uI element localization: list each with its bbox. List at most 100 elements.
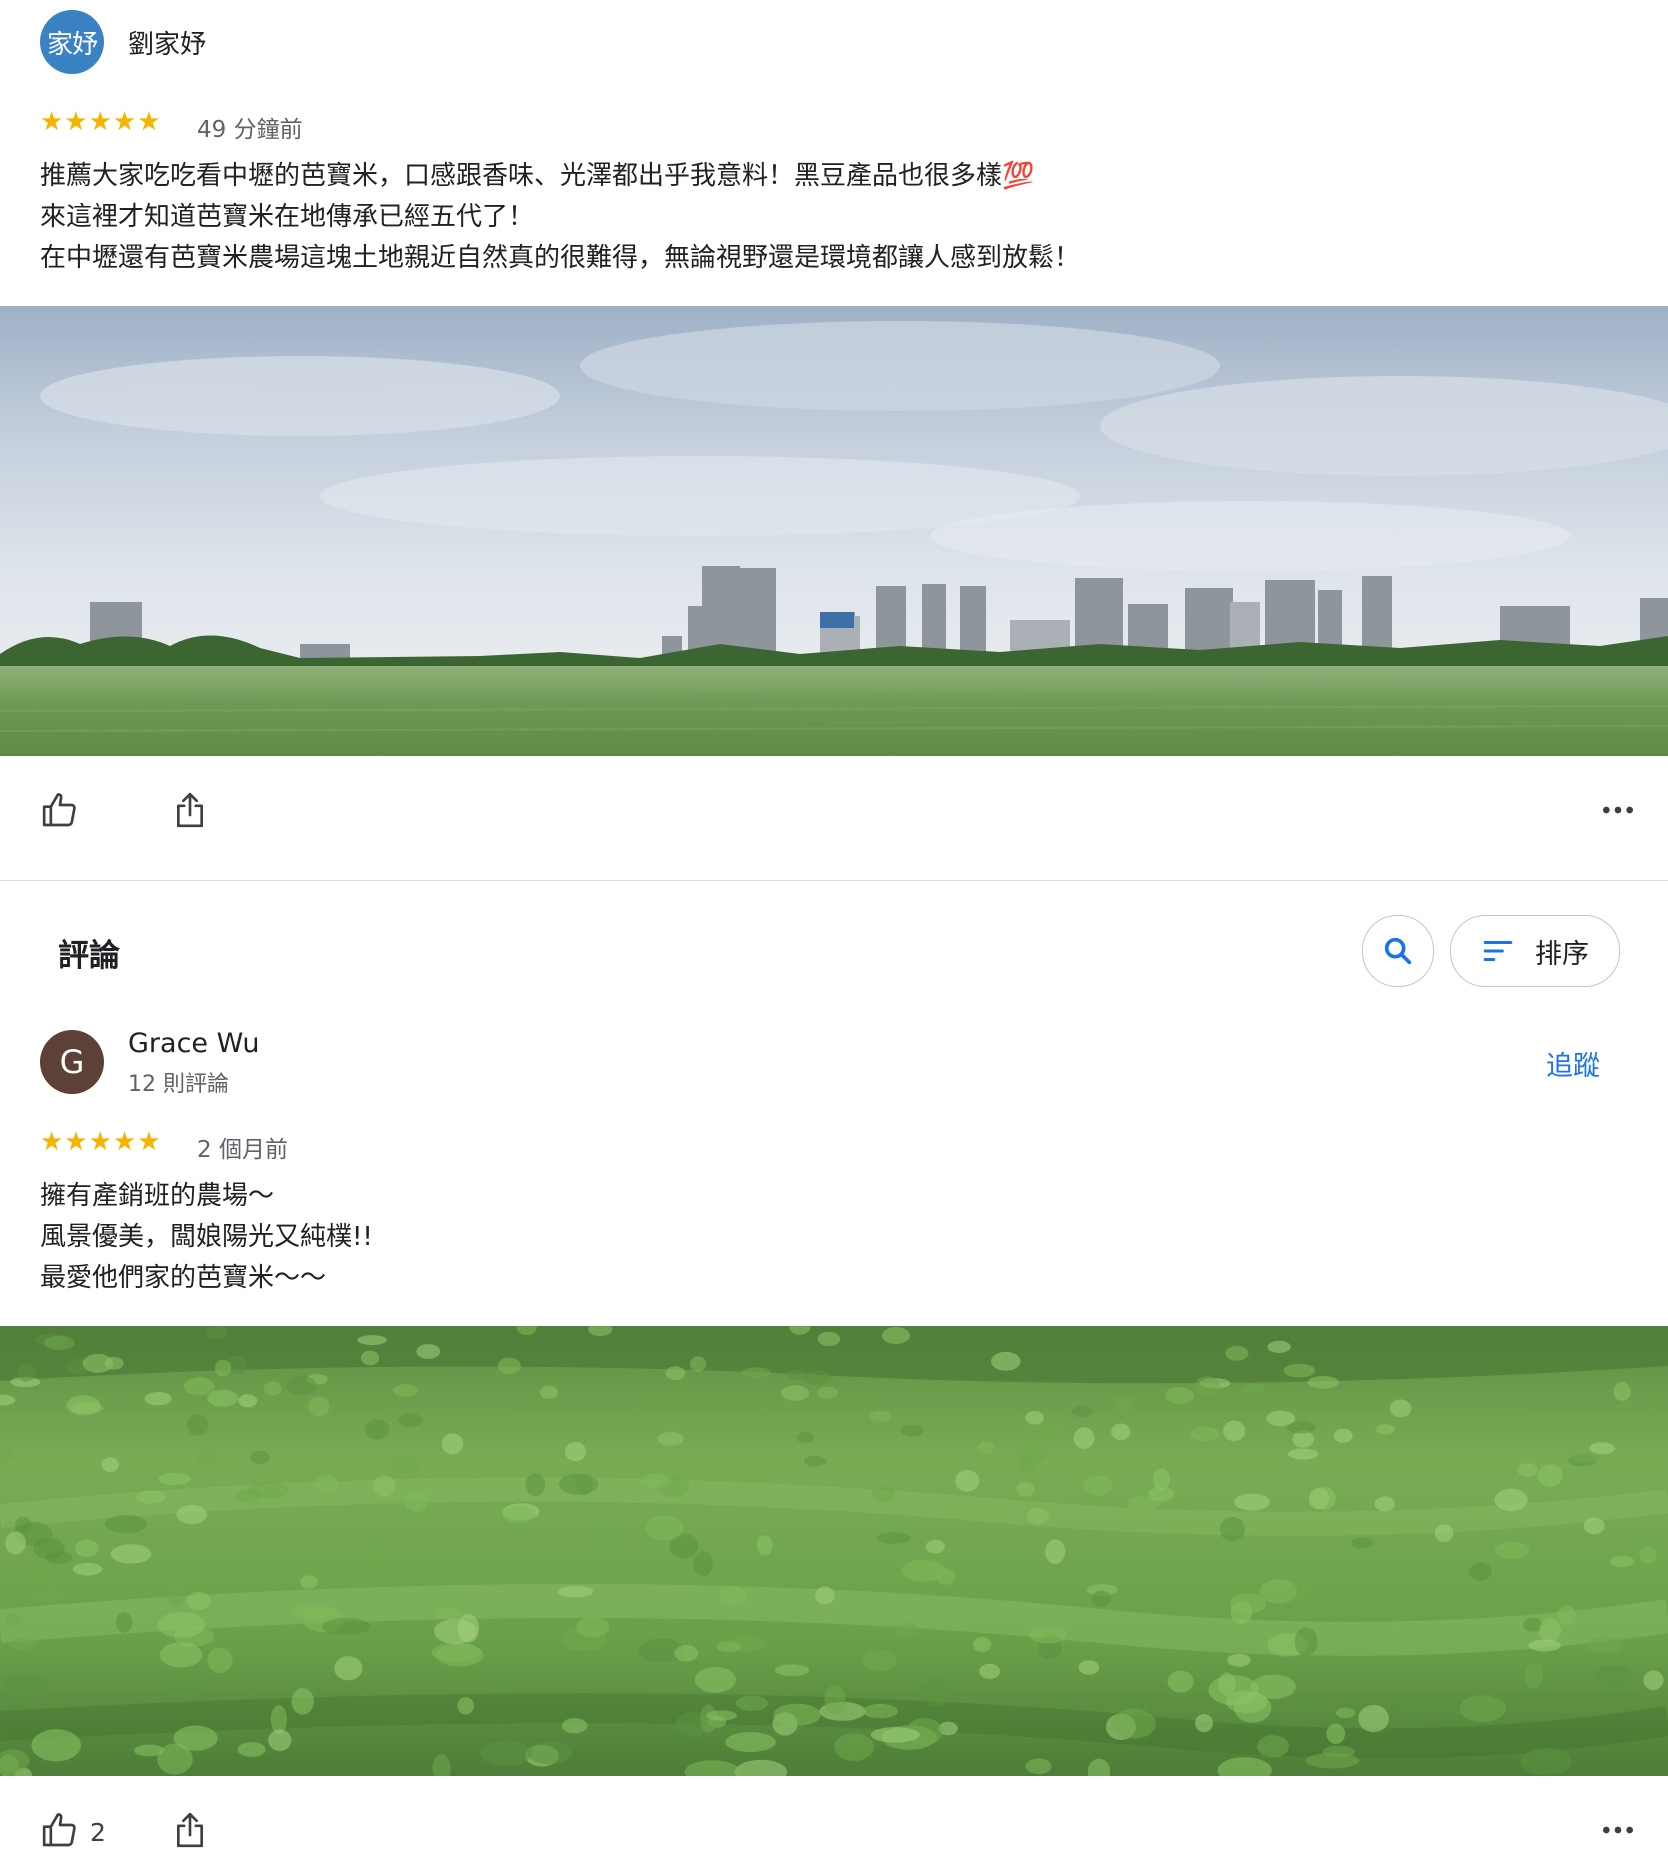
- leaf: [1468, 1562, 1492, 1581]
- more-horizontal-icon: [1603, 1826, 1633, 1834]
- leaf: [1539, 1618, 1562, 1643]
- leaf: [1528, 1639, 1561, 1652]
- leaf: [1389, 1399, 1412, 1418]
- search-reviews-button[interactable]: [1362, 915, 1434, 987]
- leaf: [398, 1413, 423, 1427]
- leaf: [1167, 1670, 1194, 1693]
- leaf: [527, 1741, 572, 1765]
- leaf: [1019, 1448, 1048, 1465]
- leaf: [250, 1450, 270, 1465]
- leaf: [1494, 1488, 1528, 1511]
- leaf: [690, 1356, 707, 1372]
- search-icon: [1384, 937, 1412, 965]
- leaf: [1313, 1487, 1336, 1510]
- leaf: [1434, 1524, 1454, 1542]
- leaf: [923, 1679, 950, 1707]
- like-button[interactable]: [36, 786, 84, 834]
- avatar[interactable]: 家妤: [40, 10, 104, 74]
- leaf: [433, 1607, 461, 1620]
- review-time: 2 個月前: [197, 1137, 288, 1163]
- star-rating: ★★★★★: [40, 1127, 162, 1157]
- leaf: [1294, 1627, 1318, 1657]
- leaf: [364, 1419, 390, 1440]
- leaf: [315, 1475, 339, 1493]
- leaf: [991, 1351, 1021, 1371]
- leaf: [1283, 1363, 1316, 1378]
- leaf: [363, 1548, 383, 1573]
- leaf: [10, 1638, 35, 1651]
- more-options-button[interactable]: [1594, 786, 1642, 834]
- leaf: [957, 1553, 978, 1570]
- leaf: [167, 1583, 186, 1608]
- leaf: [977, 1441, 994, 1455]
- leaf: [105, 1514, 147, 1534]
- leaf: [357, 1335, 388, 1346]
- leaf: [1494, 1541, 1530, 1560]
- leaf: [392, 1384, 418, 1397]
- leaf: [1227, 1653, 1251, 1667]
- leaf: [322, 1618, 371, 1635]
- like-button[interactable]: [36, 1806, 84, 1854]
- leaf: [674, 1644, 699, 1662]
- leaf: [1082, 1475, 1113, 1496]
- leaf: [1194, 1376, 1221, 1397]
- leaf: [870, 1727, 920, 1743]
- leaf: [186, 1591, 211, 1611]
- leaf: [457, 1697, 475, 1715]
- leaf: [17, 1364, 36, 1382]
- leaf: [110, 1544, 152, 1564]
- leaf: [308, 1396, 330, 1417]
- leaf: [955, 1470, 980, 1492]
- leaf: [1028, 1626, 1068, 1644]
- leaf: [82, 1353, 114, 1373]
- leaf: [1113, 1395, 1136, 1415]
- leaf: [416, 1344, 441, 1359]
- leaf: [1225, 1345, 1249, 1361]
- leaf: [300, 1575, 318, 1589]
- thumbs-up-icon: [42, 793, 76, 827]
- leaf: [238, 1394, 258, 1408]
- sort-label: 排序: [1535, 938, 1589, 970]
- author-name[interactable]: 劉家妤: [128, 24, 206, 61]
- leaf: [1148, 1486, 1175, 1502]
- leaf: [1375, 1424, 1396, 1435]
- leaf: [390, 1456, 419, 1474]
- leaf: [665, 1366, 686, 1381]
- follow-button[interactable]: 追蹤: [1546, 1044, 1600, 1083]
- leaf: [525, 1473, 546, 1496]
- leaf: [502, 1505, 536, 1524]
- leaf: [372, 1475, 396, 1497]
- review-photo-skyline[interactable]: [0, 306, 1668, 756]
- leaf: [101, 1457, 119, 1473]
- leaf: [43, 1335, 75, 1351]
- leaf: [157, 1743, 193, 1775]
- author-name[interactable]: Grace Wu: [128, 1028, 259, 1059]
- leaf: [1524, 1662, 1544, 1689]
- leaf: [207, 1389, 239, 1407]
- leaf: [1583, 1517, 1605, 1535]
- leaf: [159, 1642, 203, 1668]
- sort-lines-icon: [1483, 940, 1513, 962]
- leaf: [774, 1664, 810, 1676]
- share-button[interactable]: [166, 1806, 214, 1854]
- more-options-button[interactable]: [1594, 1806, 1642, 1854]
- leaf: [290, 1604, 338, 1619]
- leaf: [1026, 1507, 1050, 1525]
- leaf: [881, 1327, 911, 1344]
- sort-button[interactable]: 排序: [1450, 915, 1620, 987]
- share-button[interactable]: [166, 786, 214, 834]
- section-divider: [0, 880, 1668, 881]
- leaf: [286, 1375, 317, 1396]
- leaf: [4, 1613, 22, 1628]
- leaf: [1589, 1442, 1615, 1455]
- leaf: [144, 1392, 172, 1406]
- review-photo-soybean-field[interactable]: [0, 1326, 1668, 1776]
- leaf: [1045, 1539, 1066, 1564]
- leaf: [725, 1732, 776, 1752]
- leaf: [27, 1567, 53, 1584]
- leaf: [1111, 1423, 1131, 1441]
- avatar[interactable]: G: [40, 1030, 104, 1094]
- leaf: [1165, 1387, 1194, 1404]
- leaf: [1259, 1579, 1298, 1604]
- thumbs-up-icon: [42, 1813, 76, 1847]
